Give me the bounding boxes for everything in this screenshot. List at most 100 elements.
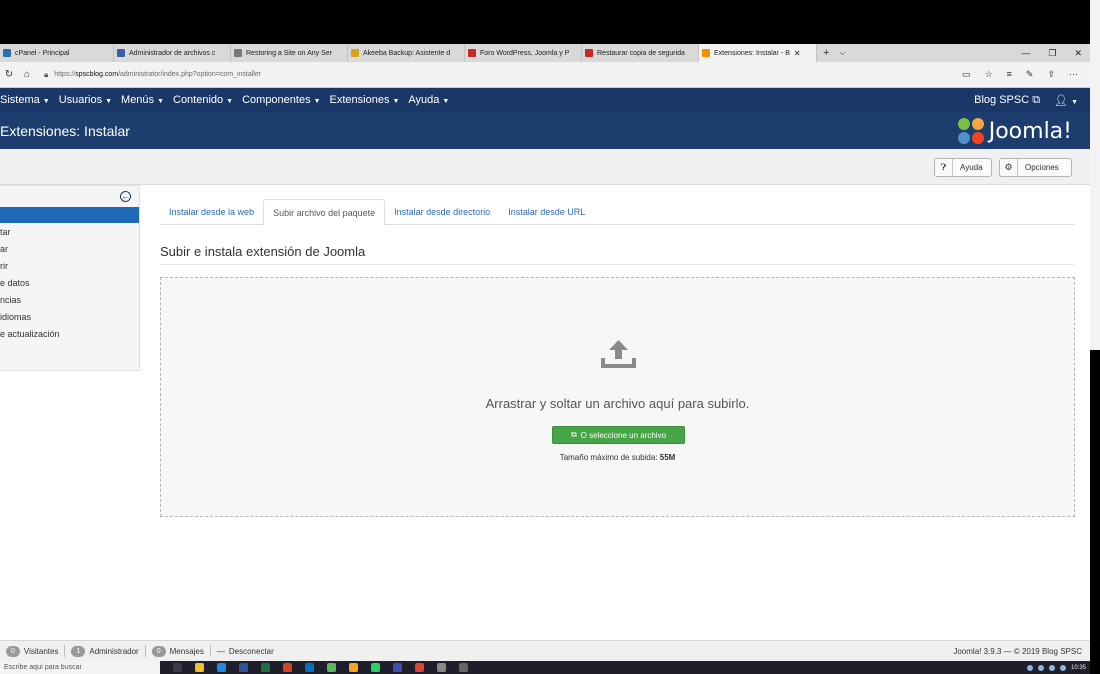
sidebar-item[interactable]: e actualización — [0, 326, 60, 343]
url-field[interactable]: 🔒︎ https:// spscblog.com /administrator/… — [44, 66, 934, 84]
browser-tab[interactable]: Extensiones: Instalar - B ✕ — [699, 44, 817, 62]
close-window-button[interactable]: ✕ — [1074, 48, 1082, 59]
menu-contenido[interactable]: Contenido ▼ — [173, 94, 233, 106]
minimize-button[interactable]: — — [1021, 48, 1030, 58]
favorites-hub-icon[interactable]: ≡ — [1007, 69, 1012, 80]
browser-tab-label: Administrador de archivos c — [129, 49, 216, 57]
share-icon[interactable]: ⇪ — [1047, 69, 1055, 80]
sidebar-item[interactable]: idiomas — [0, 309, 60, 326]
minus-icon: — — [216, 646, 225, 656]
browser-tab[interactable]: cPanel - Principal — [0, 44, 114, 62]
sidebar-item[interactable]: e datos — [0, 275, 60, 292]
administrators-status[interactable]: 1 Administrador — [65, 645, 146, 657]
menu-extensiones[interactable]: Extensiones ▼ — [330, 94, 400, 106]
reading-view-icon[interactable]: ▭ — [962, 69, 971, 80]
page-title: Extensiones: Instalar — [0, 123, 130, 139]
logo-petal — [957, 132, 970, 144]
address-bar: ↻ ⌂ 🔒︎ https:// spscblog.com /administra… — [0, 62, 1090, 88]
word-icon[interactable] — [239, 663, 248, 672]
file-explorer-icon[interactable] — [195, 663, 204, 672]
options-button[interactable]: ⚙ Opciones — [999, 158, 1072, 177]
messages-status[interactable]: 0 Mensajes — [146, 645, 211, 657]
tab-list-chevron-icon[interactable]: ⌵ — [839, 48, 845, 58]
favorite-star-icon[interactable]: ☆ — [985, 69, 993, 80]
visitors-badge: 0 — [6, 645, 20, 657]
sidebar-item[interactable]: rir — [0, 258, 60, 275]
logo-petal — [971, 118, 984, 130]
tray-icon[interactable] — [1059, 664, 1066, 671]
upload-icon — [601, 340, 636, 368]
browser-tab[interactable]: Restaurar copia de segurida — [582, 44, 699, 62]
more-icon[interactable]: ⋯ — [1069, 69, 1078, 80]
outlook-icon[interactable] — [305, 663, 314, 672]
app-icon[interactable] — [459, 663, 468, 672]
favicon-icon — [3, 49, 11, 57]
home-icon[interactable]: ⌂ — [18, 69, 36, 80]
app-icon[interactable] — [327, 663, 336, 672]
tray-icon[interactable] — [1037, 664, 1044, 671]
browser-tab[interactable]: Administrador de archivos c — [114, 44, 231, 62]
site-link[interactable]: Blog SPSC ⧉ — [974, 94, 1040, 107]
taskbar-search[interactable]: Escribe aquí para buscar — [0, 661, 160, 674]
menu-componentes[interactable]: Componentes ▼ — [242, 94, 320, 106]
logout-link[interactable]: — Desconectar — [211, 645, 280, 657]
sidebar-item[interactable]: ar — [0, 241, 60, 258]
url-path: /administrator/index.php?option=com_inst… — [118, 71, 262, 78]
refresh-icon[interactable]: ↻ — [0, 69, 18, 80]
status-bar: 0 Visitantes 1 Administrador 0 Mensajes … — [0, 640, 1090, 661]
system-tray: 10:35 — [1026, 664, 1086, 671]
user-menu[interactable]: 👤︎ ▼ — [1054, 94, 1078, 107]
sidebar-item[interactable]: ncias — [0, 292, 60, 309]
joomla-logo-text: Joomla! — [988, 118, 1072, 144]
clock[interactable]: 10:35 — [1071, 665, 1086, 671]
caret-down-icon: ▼ — [157, 98, 164, 105]
menu-menus[interactable]: Menús ▼ — [121, 94, 164, 106]
menu-usuarios[interactable]: Usuarios ▼ — [59, 94, 112, 106]
close-tab-icon[interactable]: ✕ — [794, 49, 801, 58]
admin-navbar: Sistema ▼ Usuarios ▼ Menús ▼ Contenido ▼ Com… — [0, 88, 1090, 112]
select-file-button[interactable]: ⧉ O seleccione un archivo — [552, 426, 685, 444]
app-icon[interactable] — [393, 663, 402, 672]
whatsapp-icon[interactable] — [371, 663, 380, 672]
task-view-icon[interactable] — [173, 663, 182, 672]
tray-icon[interactable] — [1026, 664, 1033, 671]
menu-sistema[interactable]: Sistema ▼ — [0, 94, 50, 106]
menu-ayuda[interactable]: Ayuda ▼ — [408, 94, 449, 106]
sidebar-item-active[interactable] — [0, 207, 139, 223]
tab-upload-package[interactable]: Subir archivo del paquete — [263, 199, 386, 226]
main-content: ← tar ar rir e datos ncias idiomas e act… — [0, 185, 1090, 640]
url-host: spscblog.com — [75, 71, 119, 78]
collapse-sidebar-icon[interactable]: ← — [120, 191, 131, 202]
tab-install-from-url[interactable]: Instalar desde URL — [499, 199, 594, 225]
powerpoint-icon[interactable] — [283, 663, 292, 672]
joomla-mark-icon — [957, 118, 984, 144]
browser-tab[interactable]: Restoring a Site on Any Ser — [231, 44, 348, 62]
browser-tab-label: Restoring a Site on Any Ser — [246, 49, 332, 57]
browser-tab[interactable]: Akeeba Backup: Asistente d — [348, 44, 465, 62]
tray-icon[interactable] — [1048, 664, 1055, 671]
tab-install-from-folder[interactable]: Instalar desde directorio — [385, 199, 499, 225]
tab-install-from-web[interactable]: Instalar desde la web — [160, 199, 263, 225]
chrome-icon[interactable] — [415, 663, 424, 672]
help-button[interactable]: ❓︎ Ayuda — [934, 158, 992, 177]
edge-browser-icon[interactable] — [217, 663, 226, 672]
caret-down-icon: ▼ — [105, 98, 113, 105]
browser-tab[interactable]: Foro WordPress, Joomla y P — [465, 44, 582, 62]
favicon-icon — [234, 49, 242, 57]
visitors-status[interactable]: 0 Visitantes — [0, 645, 66, 657]
upload-dropzone[interactable]: Arrastrar y soltar un archivo aquí para … — [160, 277, 1075, 517]
sidebar-item[interactable]: tar — [0, 224, 60, 241]
app-icon[interactable] — [437, 663, 446, 672]
browser-tab-label: cPanel - Principal — [15, 49, 70, 57]
favicon-icon — [351, 49, 359, 57]
app-icon[interactable] — [349, 663, 358, 672]
windows-taskbar: Escribe aquí para buscar 10:35 — [0, 661, 1100, 674]
pen-icon[interactable]: ✎ — [1026, 69, 1034, 80]
restore-button[interactable]: ❐ — [1048, 48, 1056, 59]
excel-icon[interactable] — [261, 663, 270, 672]
favicon-icon — [585, 49, 593, 57]
adjacent-window-edge — [1090, 0, 1100, 674]
new-tab-button[interactable]: + — [823, 47, 829, 59]
browser-actions: ▭ ☆ ≡ ✎ ⇪ ⋯ — [962, 69, 1078, 80]
caret-down-icon: ▼ — [226, 98, 234, 105]
